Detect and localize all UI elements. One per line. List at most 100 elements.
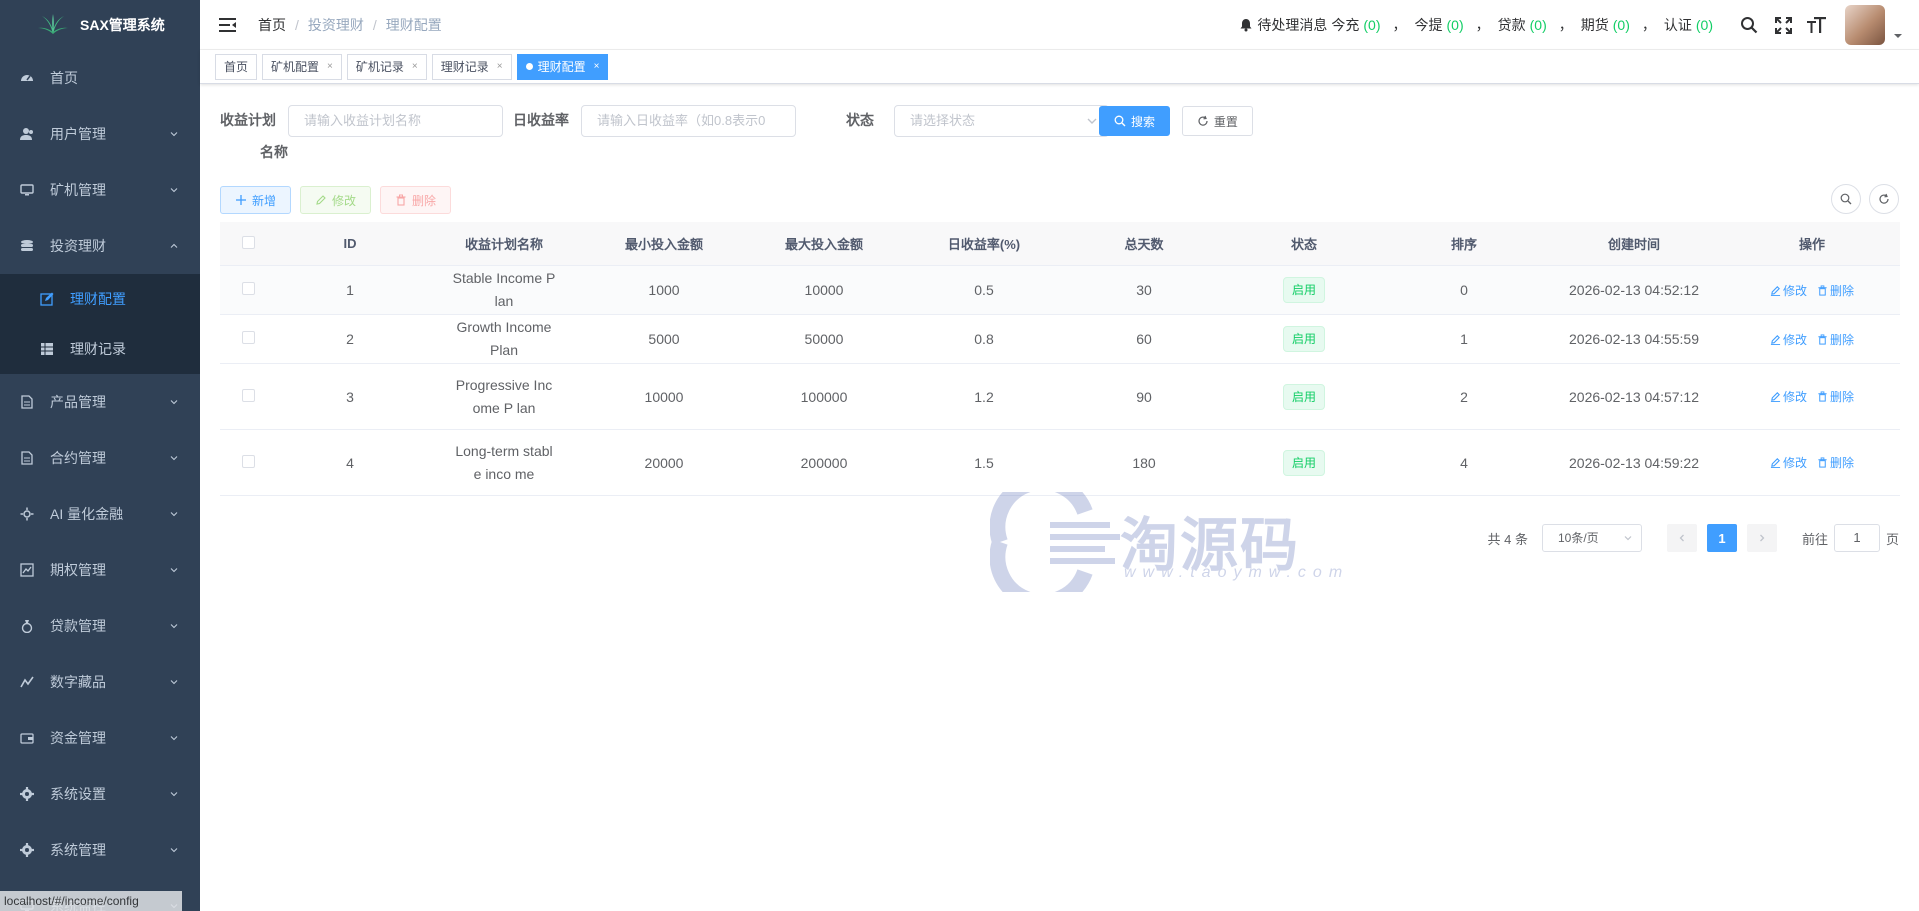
plan-name-input[interactable]: 请输入收益计划名称: [288, 105, 503, 137]
sidebar-item-1[interactable]: 用户管理: [0, 106, 200, 162]
gear-icon: [20, 787, 34, 801]
row-checkbox[interactable]: [241, 282, 255, 295]
th-status: 状态: [1290, 237, 1317, 252]
rate-input[interactable]: 请输入日收益率（如0.8表示0: [581, 105, 796, 137]
sidebar-item-label: 用户管理: [50, 126, 106, 142]
sidebar-item-12[interactable]: 系统管理: [0, 822, 200, 878]
app-logo[interactable]: SAX管理系统: [0, 0, 200, 50]
chevron-down-icon: [1624, 536, 1632, 541]
sidebar-item-6[interactable]: AI 量化金融: [0, 486, 200, 542]
add-button[interactable]: 新增: [220, 186, 292, 214]
cell-min: 20000: [644, 454, 684, 471]
sidebar-item-label: 首页: [50, 70, 78, 86]
plus-icon: [236, 195, 246, 205]
search-icon[interactable]: [1739, 15, 1759, 35]
delete-button[interactable]: 删除: [380, 186, 452, 214]
page-size-select[interactable]: 10条/页: [1541, 524, 1642, 552]
sidebar-item-label: 产品管理: [50, 394, 106, 410]
sidebar-item-8[interactable]: 贷款管理: [0, 598, 200, 654]
toggle-search-button[interactable]: [1831, 184, 1861, 214]
breadcrumb: 首页 / 投资理财 / 理财配置: [258, 15, 442, 35]
tag-home[interactable]: 首页: [215, 53, 258, 80]
tag-finance-records[interactable]: 理财记录 ×: [431, 53, 512, 80]
row-delete-link[interactable]: 删除: [1817, 331, 1854, 348]
row-delete-link[interactable]: 删除: [1817, 388, 1854, 405]
browser-status-url: localhost/#/income/config: [0, 891, 182, 911]
next-page-button[interactable]: [1746, 524, 1777, 552]
sidebar-item-4[interactable]: 产品管理: [0, 374, 200, 430]
fullscreen-icon[interactable]: [1773, 15, 1793, 35]
row-checkbox[interactable]: [241, 388, 255, 402]
sidebar-item-label: 矿机管理: [50, 182, 106, 198]
chevron-down-icon: [170, 736, 178, 741]
row-edit-link[interactable]: 修改: [1770, 454, 1807, 471]
sidebar-item-7[interactable]: 期权管理: [0, 542, 200, 598]
notice-separator: ，: [1558, 17, 1573, 33]
table-row[interactable]: 4 Long-term stable inco me 20000 200000 1.5 1…: [220, 430, 1900, 496]
select-all-checkbox[interactable]: [241, 235, 255, 249]
hamburger-toggle[interactable]: [216, 13, 240, 37]
sidebar-item-3[interactable]: 投资理财: [0, 218, 200, 274]
close-icon[interactable]: ×: [497, 55, 503, 79]
notice-recharge-count[interactable]: (0): [1363, 17, 1380, 33]
sidebar-item-5[interactable]: 合约管理: [0, 430, 200, 486]
breadcrumb-home[interactable]: 首页: [258, 15, 286, 35]
cell-status: 启用: [1224, 326, 1384, 352]
close-icon[interactable]: ×: [327, 55, 333, 79]
row-edit-link[interactable]: 修改: [1770, 331, 1807, 348]
sidebar-item-label: 合约管理: [50, 450, 106, 466]
close-icon[interactable]: ×: [594, 55, 600, 79]
notice-loan-count[interactable]: (0): [1530, 17, 1547, 33]
notice-withdraw-count[interactable]: (0): [1447, 17, 1464, 33]
font-size-icon[interactable]: [1807, 15, 1827, 35]
reset-button[interactable]: 重置: [1181, 106, 1253, 136]
row-delete-link[interactable]: 删除: [1817, 454, 1854, 471]
tag-miner-records[interactable]: 矿机记录 ×: [346, 53, 427, 80]
sidebar-item-11[interactable]: 系统设置: [0, 766, 200, 822]
table-row[interactable]: 2 Growth Income Plan 5000 50000 0.8 60 启用 1 2026…: [220, 315, 1900, 364]
close-icon[interactable]: ×: [412, 55, 418, 79]
submenu-invest: 理财配置 理财记录: [0, 274, 200, 374]
notice-futures-count[interactable]: (0): [1613, 17, 1630, 33]
tag-miner-config[interactable]: 矿机配置 ×: [262, 53, 342, 80]
search-button[interactable]: 搜索: [1099, 106, 1171, 136]
table-row[interactable]: 3 Progressive Income P lan 10000 100000 1.2 9…: [220, 364, 1900, 430]
status-badge: 启用: [1282, 326, 1325, 352]
submenu-item-0[interactable]: 理财配置: [0, 274, 200, 324]
trash-icon: [1818, 284, 1827, 296]
caret-down-icon[interactable]: [1893, 31, 1903, 41]
table-icon: [40, 342, 54, 356]
avatar[interactable]: [1845, 5, 1885, 45]
sidebar-item-2[interactable]: 矿机管理: [0, 162, 200, 218]
row-edit-link[interactable]: 修改: [1770, 282, 1807, 299]
sidebar-item-10[interactable]: 资金管理: [0, 710, 200, 766]
goto-page-input[interactable]: 1: [1833, 524, 1880, 552]
page-number[interactable]: 1: [1706, 524, 1737, 552]
prev-page-button[interactable]: [1666, 524, 1697, 552]
table-row[interactable]: 1 Stable Income Plan 1000 10000 0.5 30 启用 0 2026…: [220, 266, 1900, 315]
sidebar-item-9[interactable]: 数字藏品: [0, 654, 200, 710]
row-checkbox[interactable]: [241, 454, 255, 468]
pagination-total: 共 4 条: [1487, 531, 1528, 547]
cell-name: Long-term stable inco me: [455, 442, 553, 482]
sidebar-item-0[interactable]: 首页: [0, 50, 200, 106]
notice-auth-count[interactable]: (0): [1696, 17, 1713, 33]
edit-button[interactable]: 修改: [300, 186, 372, 214]
submenu-item-1[interactable]: 理财记录: [0, 324, 200, 374]
th-rate: 日收益率(%): [947, 237, 1021, 252]
gear-icon: [20, 843, 34, 857]
submenu-item-label: 理财记录: [70, 341, 126, 357]
cell-rate: 1.2: [974, 388, 994, 405]
chevron-down-icon: [170, 848, 178, 853]
pending-notice[interactable]: 待处理消息 今充 (0) ， 今提 (0) ， 贷款 (0) ， 期货 (0) …: [1239, 15, 1717, 35]
row-delete-link[interactable]: 删除: [1817, 282, 1854, 299]
status-badge: 启用: [1282, 277, 1325, 303]
tag-finance-config[interactable]: 理财配置 ×: [516, 53, 609, 80]
cog-icon: [20, 507, 34, 521]
status-select[interactable]: 请选择状态: [894, 105, 1109, 137]
breadcrumb-separator: /: [372, 16, 377, 33]
row-checkbox[interactable]: [241, 331, 255, 344]
refresh-table-button[interactable]: [1869, 184, 1899, 214]
row-edit-link[interactable]: 修改: [1770, 388, 1807, 405]
chevron-down-icon: [170, 624, 178, 629]
